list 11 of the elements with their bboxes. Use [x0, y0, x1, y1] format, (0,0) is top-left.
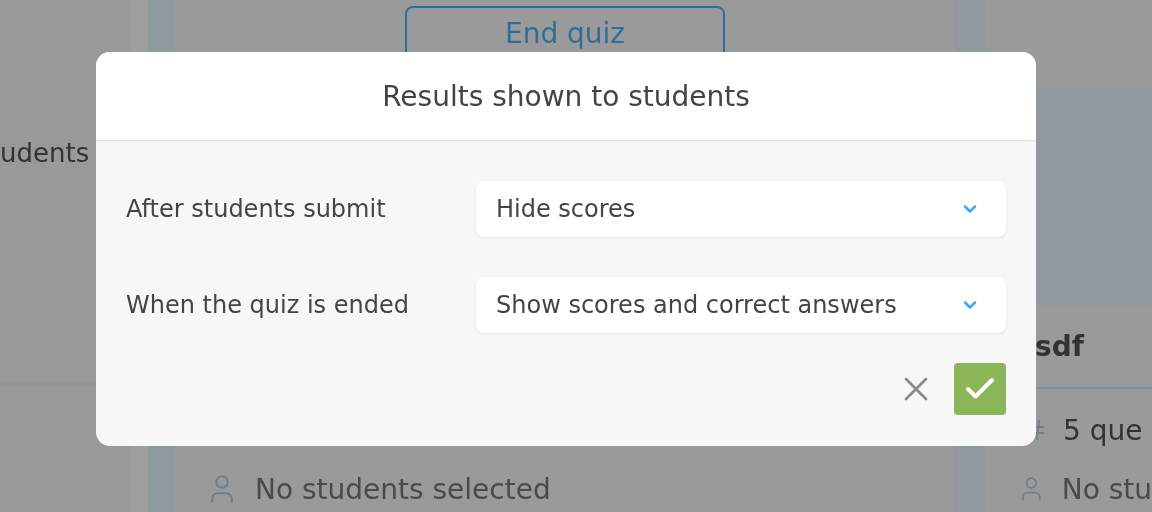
select-field[interactable]: Hide scores — [476, 181, 1006, 237]
questions-text: 5 que — [1063, 413, 1143, 447]
card-text: udents — [0, 137, 90, 168]
confirm-button[interactable] — [954, 363, 1006, 415]
dialog-title: Results shown to students — [382, 79, 750, 113]
students-text: No stu — [1061, 472, 1152, 506]
students-text: No students selected — [255, 472, 551, 506]
setting-label: After students submit — [126, 195, 387, 223]
setting-label: When the quiz is ended — [126, 291, 410, 319]
select-field[interactable]: Show scores and correct answers — [476, 277, 1006, 333]
quiz-title: sdf — [1035, 329, 1084, 363]
